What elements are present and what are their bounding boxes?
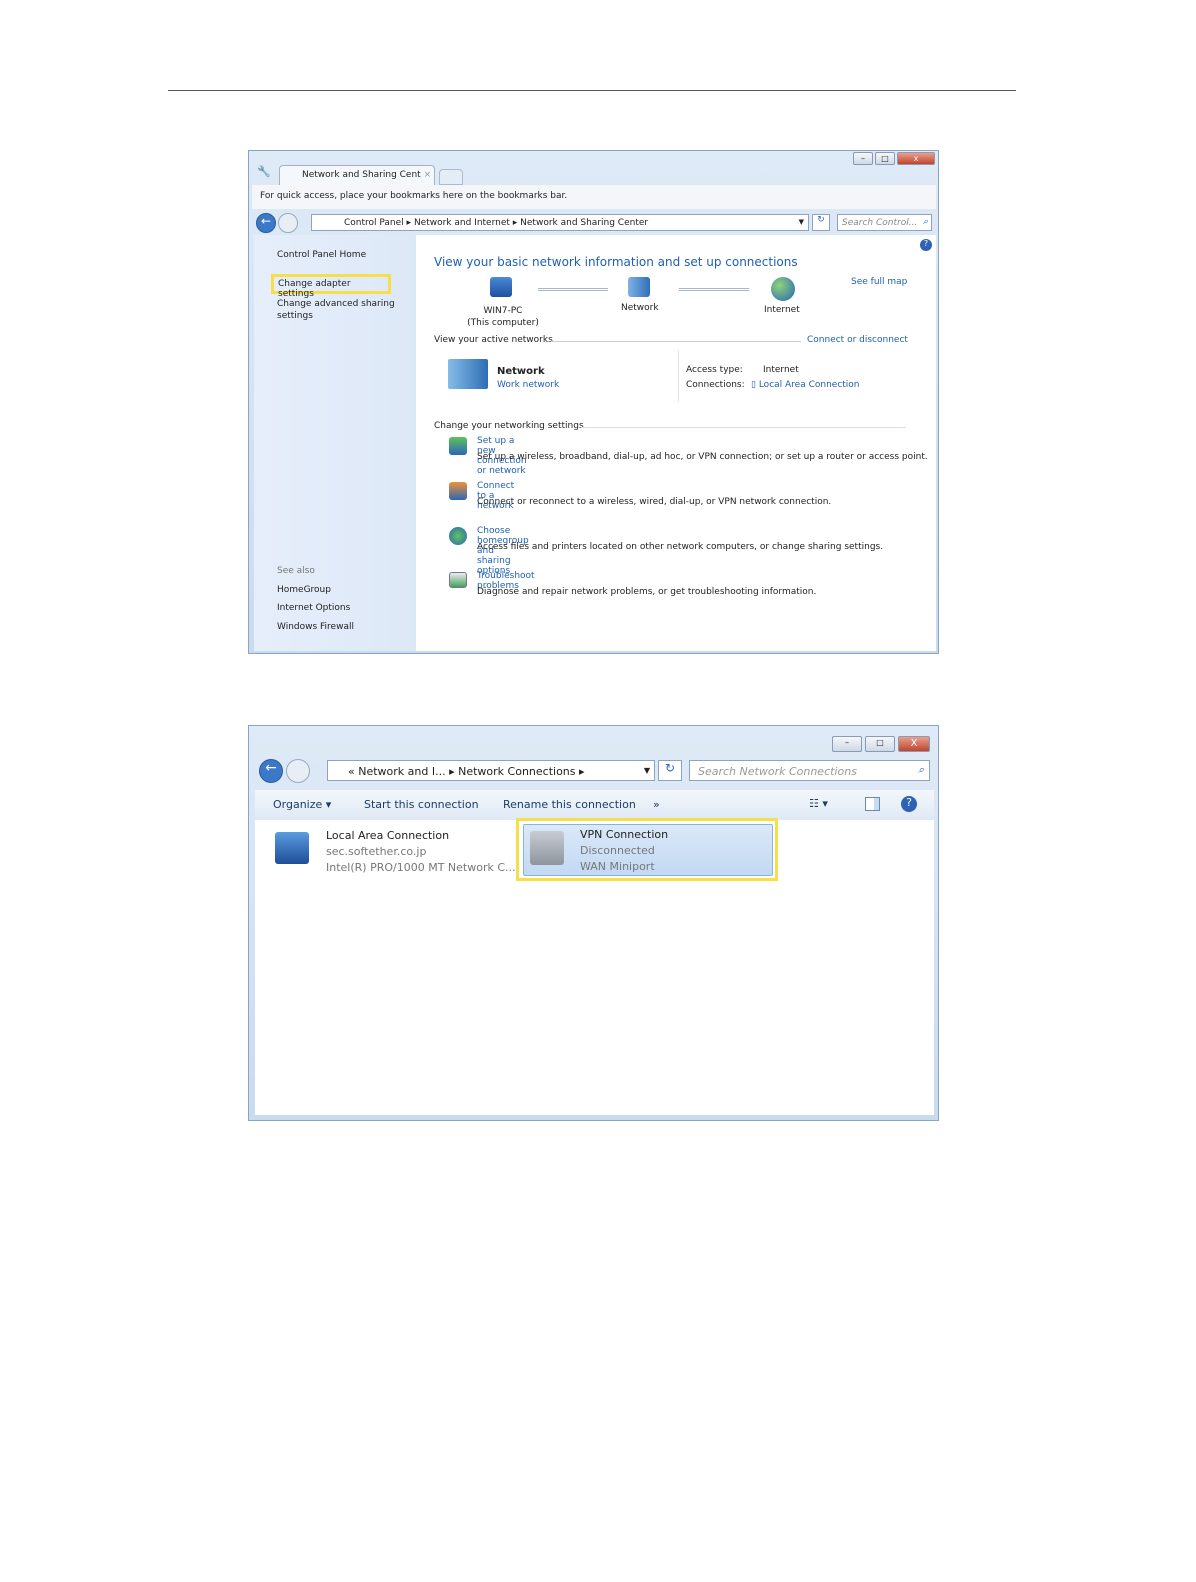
connection-name: Local Area Connection — [326, 829, 450, 842]
connection-name: VPN Connection — [580, 828, 669, 841]
minimize-button[interactable]: – — [853, 152, 873, 165]
map-internet: Internet — [764, 305, 800, 315]
divider — [551, 341, 801, 342]
network-building-icon — [448, 359, 488, 389]
page-header-rule — [168, 90, 1016, 91]
search-icon: ⌕ — [917, 763, 924, 776]
network-icon — [628, 277, 650, 297]
organize-menu[interactable]: Organize ▾ — [273, 798, 331, 811]
sidebar: Control Panel Home Change adapter settin… — [254, 235, 416, 651]
refresh-button[interactable]: ↻ — [812, 214, 830, 231]
search-icon: ⌕ — [922, 217, 928, 227]
back-button[interactable]: ← — [256, 213, 276, 233]
network-sharing-center-window: 🔧 Network and Sharing Cent × – □ x For q… — [248, 150, 939, 654]
close-button[interactable]: x — [897, 152, 935, 165]
vpn-connection-item[interactable]: VPN Connection Disconnected WAN Miniport — [523, 824, 773, 876]
map-computer: WIN7-PC (This computer) — [467, 306, 539, 328]
internet-globe-icon — [771, 277, 795, 301]
new-tab-button[interactable] — [439, 169, 463, 185]
homegroup-icon — [449, 527, 467, 545]
change-view-icon[interactable]: ☷ ▾ — [809, 797, 828, 810]
preview-pane-icon[interactable] — [865, 797, 880, 811]
help-icon[interactable]: ? — [920, 239, 932, 251]
task-description: Diagnose and repair network problems, or… — [477, 587, 817, 597]
network-connections-window: – □ X ← « Network and I... ▸ Network Con… — [248, 725, 939, 1121]
page-title: View your basic network information and … — [434, 255, 798, 269]
search-input[interactable]: Search Network Connections ⌕ — [689, 760, 930, 781]
map-network: Network — [621, 303, 659, 313]
change-advanced-sharing-link[interactable]: Change advanced sharing settings — [277, 298, 397, 322]
bookmarks-bar: For quick access, place your bookmarks h… — [252, 185, 936, 209]
connection-device: WAN Miniport — [580, 860, 655, 873]
minimize-button[interactable]: – — [832, 736, 862, 752]
task-description: Access files and printers located on oth… — [477, 542, 884, 552]
see-also-label: See also — [277, 566, 315, 576]
more-commands-button[interactable]: » — [653, 798, 660, 811]
address-bar[interactable]: « Network and I... ▸ Network Connections… — [327, 760, 655, 781]
close-tab-icon[interactable]: × — [424, 170, 432, 180]
main-content: ? View your basic network information an… — [416, 235, 936, 651]
connection-status: Disconnected — [580, 844, 655, 857]
change-adapter-settings-link[interactable]: Change adapter settings — [271, 274, 391, 299]
help-icon[interactable]: ? — [901, 796, 917, 812]
dropdown-icon[interactable]: ▼ — [799, 218, 804, 226]
refresh-button[interactable]: ↻ — [658, 760, 682, 781]
local-area-connection-link[interactable]: ▯ Local Area Connection — [751, 380, 860, 390]
internet-options-link[interactable]: Internet Options — [277, 603, 350, 613]
rename-connection-button[interactable]: Rename this connection — [503, 798, 636, 811]
active-networks-label: View your active networks — [434, 335, 553, 345]
search-input[interactable]: Search Control... ⌕ — [837, 214, 932, 231]
divider — [581, 427, 906, 428]
control-panel-home-link[interactable]: Control Panel Home — [277, 250, 366, 260]
close-button[interactable]: X — [898, 736, 930, 752]
vpn-adapter-icon — [530, 831, 564, 865]
back-button[interactable]: ← — [259, 759, 283, 783]
homegroup-link[interactable]: HomeGroup — [277, 585, 331, 595]
task-description: Connect or reconnect to a wireless, wire… — [477, 497, 832, 507]
ethernet-icon: ▯ — [751, 380, 756, 390]
network-name: Network — [497, 366, 545, 377]
see-full-map-link[interactable]: See full map — [851, 277, 907, 287]
dropdown-icon[interactable]: ▼ — [644, 766, 650, 775]
forward-button[interactable] — [278, 213, 298, 233]
forward-button[interactable] — [286, 759, 310, 783]
windows-firewall-link[interactable]: Windows Firewall — [277, 622, 354, 632]
connection-device: Intel(R) PRO/1000 MT Network C... — [326, 861, 516, 874]
work-network-link[interactable]: Work network — [497, 380, 559, 390]
troubleshoot-icon — [449, 572, 467, 588]
local-area-connection-item[interactable]: Local Area Connection sec.softether.co.j… — [267, 826, 517, 878]
connect-or-disconnect-link[interactable]: Connect or disconnect — [807, 335, 908, 345]
connections-list: Local Area Connection sec.softether.co.j… — [255, 818, 934, 1115]
task-description: Set up a wireless, broadband, dial-up, a… — [477, 452, 928, 462]
connect-network-icon — [449, 482, 467, 500]
start-connection-button[interactable]: Start this connection — [364, 798, 479, 811]
map-line — [679, 288, 749, 291]
command-bar: Organize ▾ Start this connection Rename … — [255, 790, 934, 820]
access-type-value: Internet — [763, 365, 799, 375]
computer-icon — [490, 277, 512, 297]
connections-label: Connections: — [686, 380, 745, 390]
maximize-button[interactable]: □ — [875, 152, 895, 165]
connection-status: sec.softether.co.jp — [326, 845, 427, 858]
map-line — [538, 288, 608, 291]
browser-tab[interactable]: Network and Sharing Cent × — [279, 165, 435, 185]
change-settings-label: Change your networking settings — [434, 421, 584, 431]
network-adapter-icon — [275, 832, 309, 864]
address-bar[interactable]: Control Panel ▸ Network and Internet ▸ N… — [311, 214, 809, 231]
maximize-button[interactable]: □ — [865, 736, 895, 752]
divider — [678, 350, 679, 402]
access-type-label: Access type: — [686, 365, 743, 375]
wrench-icon[interactable]: 🔧 — [257, 165, 271, 178]
new-connection-icon — [449, 437, 467, 455]
